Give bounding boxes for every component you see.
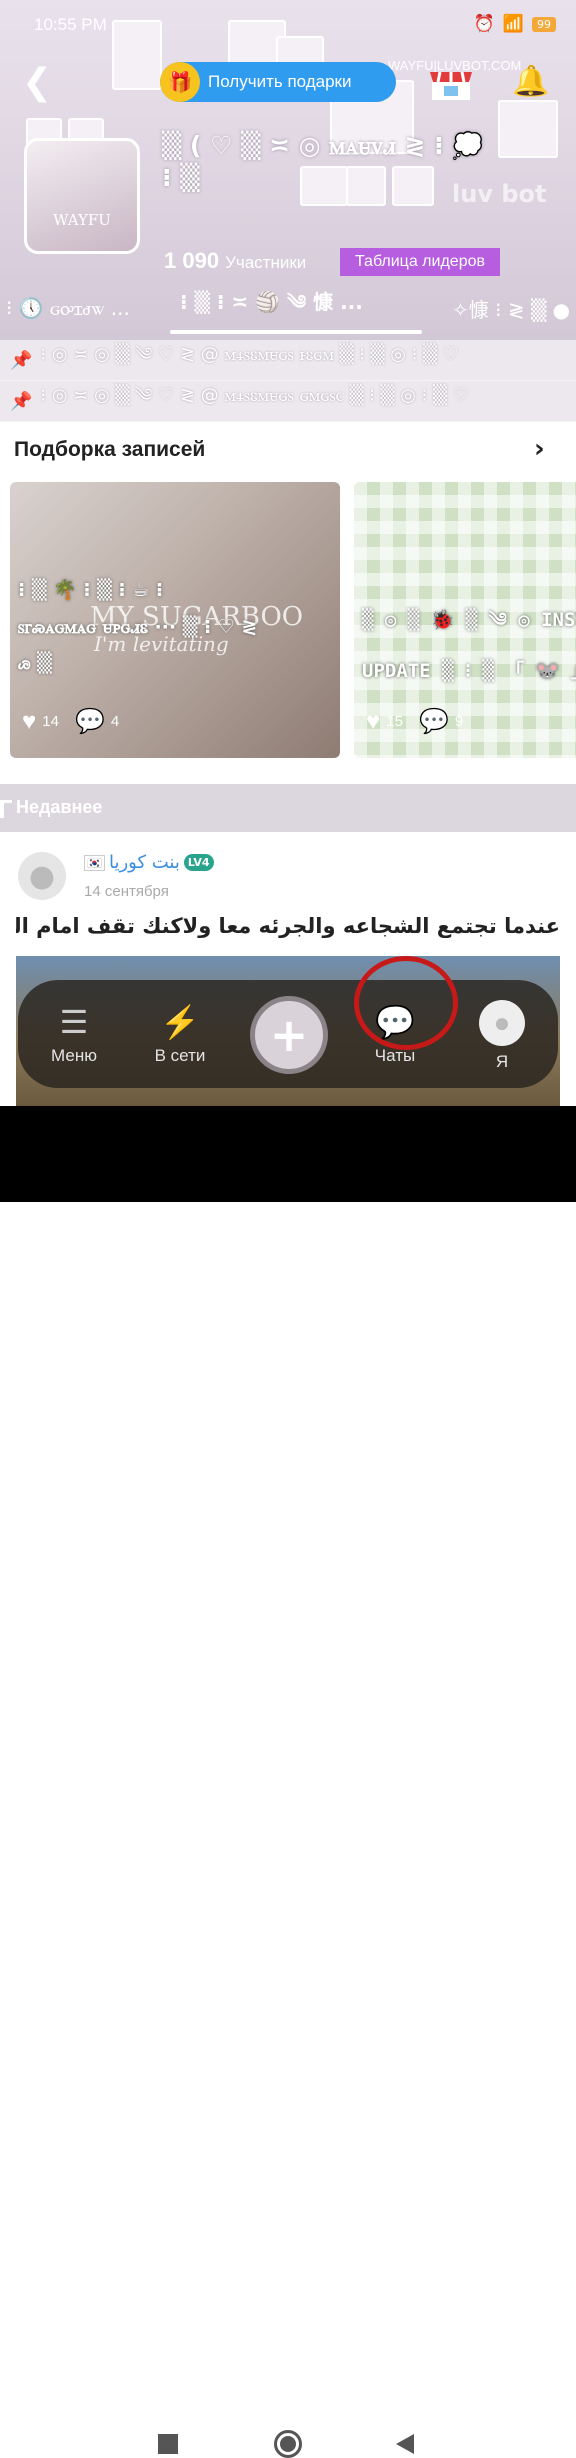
recent-bracket-icon bbox=[0, 800, 12, 818]
post-author-name: بنت كوريا bbox=[108, 852, 180, 873]
members-number: 1 090 bbox=[164, 248, 220, 273]
card-title-line: UPDATE ▒ ⁝ ▒ 「 🐭 」 bbox=[362, 660, 576, 682]
heart-icon: ♥ bbox=[366, 707, 381, 735]
flag-icon: 🇰🇷 bbox=[84, 854, 105, 871]
recent-section-title: Недавнее bbox=[16, 797, 103, 817]
card-stats: ♥ 14 💬 4 bbox=[22, 707, 119, 736]
recent-apps-icon[interactable] bbox=[158, 2434, 178, 2454]
community-avatar: WAYFU bbox=[24, 138, 140, 254]
level-badge: LV4 bbox=[183, 854, 214, 871]
nav-online-label: В сети bbox=[154, 1046, 206, 1065]
card-title-line: ▒ ◎ ▒ 🐞 ▒ ༄ ◎ INST bbox=[362, 609, 576, 631]
notifications-bell-icon[interactable]: 🔔 bbox=[512, 64, 549, 99]
tab-active[interactable]: ⁝ ▒ ⁝ ≍ 🏐 ༄ 慷 ... bbox=[180, 290, 363, 326]
pin-icon: 📌 bbox=[10, 349, 33, 371]
nav-profile-button[interactable]: ● Я bbox=[462, 1000, 542, 1072]
heart-icon: ♥ bbox=[22, 707, 37, 735]
system-navigation-bar bbox=[0, 1202, 576, 2458]
nav-online-button[interactable]: ⚡ В сети bbox=[140, 1000, 220, 1066]
card-title-line: ꮚ ▒ bbox=[18, 652, 52, 674]
active-tab-indicator bbox=[170, 330, 422, 334]
black-band bbox=[0, 1106, 576, 1202]
leaderboard-button[interactable]: Таблица лидеров bbox=[340, 248, 500, 276]
gift-icon: 🎁 bbox=[160, 62, 200, 102]
store-icon[interactable] bbox=[426, 66, 476, 102]
community-title-line2: ⁝ ▒ bbox=[162, 163, 200, 192]
members-count[interactable]: 1 090 Участники bbox=[164, 248, 306, 274]
pinned-item-text: ⁝ ◎ ≍ ◎ ▒ ༄ ♡ ≷ @ ꮇꮞꮪꮛꮇꮜꮐꮪ ꮀꮛꮐꮇ ▒ ⁝ ▒ ◎ … bbox=[40, 344, 459, 365]
community-avatar-text: WAYFU bbox=[53, 211, 111, 229]
pinned-item-text: ⁝ ◎ ≍ ◎ ▒ ༄ ♡ ≷ @ ꮇꮞꮪꮛꮇꮜꮐꮪ ꮐꮇꮐꮪꮯ ▒ ⁝ ▒ ◎… bbox=[40, 385, 469, 406]
pinned-list: 📌 ⁝ ◎ ≍ ◎ ▒ ༄ ♡ ≷ @ ꮇꮞꮪꮛꮇꮜꮐꮪ ꮀꮛꮐꮇ ▒ ⁝ ▒ … bbox=[0, 340, 576, 422]
plus-icon: + bbox=[269, 1008, 309, 1062]
status-bar: 10:55 PM ⏰ 📶 99 bbox=[0, 12, 576, 42]
nav-menu-label: Меню bbox=[51, 1046, 97, 1065]
featured-card[interactable]: MY SUGARBOO I'm levitating ⁝ ▒ 🌴 ⁝ ▒ ⁝ ☕… bbox=[10, 482, 340, 758]
highlight-circle bbox=[354, 956, 458, 1050]
signal-icon: 📶 bbox=[502, 14, 524, 34]
tab-next[interactable]: ✧慷 ⁝ ≷ ▒ ● bbox=[452, 290, 570, 326]
battery-icon: 99 bbox=[532, 16, 556, 32]
nav-me-label: Я bbox=[495, 1052, 509, 1071]
featured-card[interactable]: ▒ ◎ ▒ 🐞 ▒ ༄ ◎ INST UPDATE ▒ ⁝ ▒ 「 🐭 」 ♥ … bbox=[354, 482, 576, 758]
alarm-icon: ⏰ bbox=[473, 14, 495, 34]
featured-section-title: Подборка записей bbox=[14, 438, 206, 461]
pin-icon: 📌 bbox=[10, 390, 33, 412]
comment-icon: 💬 bbox=[74, 708, 105, 735]
comments-count: 4 bbox=[110, 713, 120, 730]
post-date: 14 сентября bbox=[84, 883, 169, 900]
status-time: 10:55 PM bbox=[34, 15, 107, 34]
nav-menu-button[interactable]: ☰ Меню bbox=[34, 1000, 114, 1066]
card-title-line: ⁝ ▒ 🌴 ⁝ ▒ ⁝ ☕ ⁝ bbox=[18, 579, 164, 601]
tab-guide[interactable]: ⁝ 🕔 ꮐꭴꮖꮷꮤ ... bbox=[6, 290, 130, 326]
create-post-button[interactable]: + bbox=[250, 996, 328, 1074]
post-title[interactable]: عندما تجتمع الشجاعه والجرئه معا ولاكنك ت… bbox=[16, 914, 560, 938]
get-gifts-button[interactable]: 🎁 Получить подарки bbox=[160, 62, 396, 102]
comment-icon: 💬 bbox=[418, 708, 449, 735]
community-title: ▒ ( ♡ ▒ ≍ ◎ ꮇꭺꮜꮩꮧ ≷ ⁝ 💭 ⁝ ▒ bbox=[162, 130, 562, 194]
chevron-right-icon[interactable]: › bbox=[534, 434, 545, 464]
back-arrow-icon[interactable]: ❮ bbox=[22, 62, 52, 103]
community-tabs: ⁝ 🕔 ꮐꭴꮖꮷꮤ ... ⁝ ▒ ⁝ ≍ 🏐 ༄ 慷 ... ✧慷 ⁝ ≷ ▒… bbox=[0, 290, 576, 326]
likes-count: 14 bbox=[42, 713, 59, 730]
home-icon[interactable] bbox=[274, 2430, 302, 2458]
profile-avatar-icon: ● bbox=[479, 1000, 525, 1046]
pinned-item[interactable]: 📌 ⁝ ◎ ≍ ◎ ▒ ༄ ♡ ≷ @ ꮇꮞꮪꮛꮇꮜꮐꮪ ꮀꮛꮐꮇ ▒ ⁝ ▒ … bbox=[0, 340, 576, 381]
card-title-line: ꮪꮁꮝꭺꮐꮇꭺꮐ ꮜꮲꮐꮧꮛ ··· ▒ ⁝ ♡ ≷ bbox=[18, 616, 258, 638]
likes-count: 15 bbox=[386, 713, 403, 730]
home-icon-dot bbox=[280, 2436, 296, 2452]
lightning-icon: ⚡ bbox=[160, 1004, 200, 1040]
community-title-line1: ▒ ( ♡ ▒ ≍ ◎ ꮇꭺꮜꮩꮧ ≷ ⁝ 💭 bbox=[162, 131, 484, 160]
menu-icon: ☰ bbox=[59, 1004, 89, 1040]
card-stats: ♥ 15 💬 9 bbox=[366, 707, 463, 736]
post-author-avatar[interactable]: ● bbox=[18, 852, 66, 900]
post-author[interactable]: 🇰🇷 بنت كوريا LV4 bbox=[84, 852, 214, 873]
status-icons: ⏰ 📶 99 bbox=[474, 14, 556, 34]
pinned-item[interactable]: 📌 ⁝ ◎ ≍ ◎ ▒ ༄ ♡ ≷ @ ꮇꮞꮪꮛꮇꮜꮐꮪ ꮐꮇꮐꮪꮯ ▒ ⁝ ▒… bbox=[0, 381, 576, 422]
comments-count: 9 bbox=[454, 713, 464, 730]
back-icon[interactable] bbox=[396, 2434, 414, 2454]
members-label: Участники bbox=[225, 253, 307, 272]
get-gifts-label: Получить подарки bbox=[208, 72, 352, 91]
